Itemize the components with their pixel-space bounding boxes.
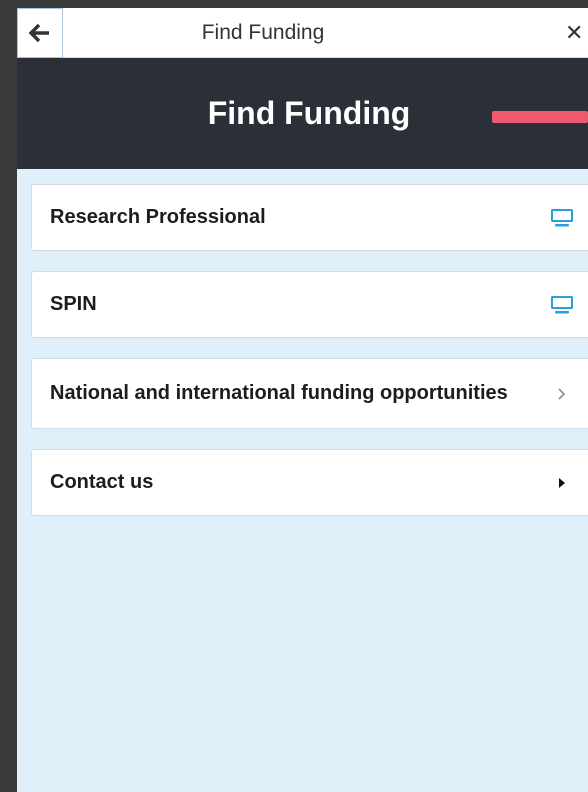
app-window: Find Funding ✕ Find Funding Research Pro… <box>17 8 588 792</box>
close-icon: ✕ <box>565 20 584 45</box>
title-bar: Find Funding ✕ <box>17 8 588 58</box>
list-item-label: SPIN <box>50 293 97 315</box>
title-bar-title: Find Funding <box>201 21 325 44</box>
funding-list: Research Professional SPIN National and … <box>31 184 588 536</box>
close-button[interactable]: ✕ <box>565 8 588 58</box>
page-header: Find Funding <box>17 58 588 169</box>
arrow-left-icon <box>29 23 49 43</box>
desktop-icon <box>550 206 574 230</box>
accent-bar <box>492 111 588 123</box>
list-item-contact-us[interactable]: Contact us <box>31 449 588 516</box>
list-item-national-international-funding[interactable]: National and international funding oppor… <box>31 358 588 429</box>
list-item-label: Contact us <box>50 471 154 493</box>
window-gutter <box>0 0 17 792</box>
list-item-label: National and international funding oppor… <box>50 382 508 404</box>
back-button[interactable] <box>17 8 63 58</box>
list-item-research-professional[interactable]: Research Professional <box>31 184 588 251</box>
list-item-spin[interactable]: SPIN <box>31 271 588 338</box>
caret-right-icon <box>550 471 574 495</box>
chevron-right-icon <box>550 382 574 406</box>
desktop-icon <box>550 293 574 317</box>
list-item-label: Research Professional <box>50 206 266 228</box>
